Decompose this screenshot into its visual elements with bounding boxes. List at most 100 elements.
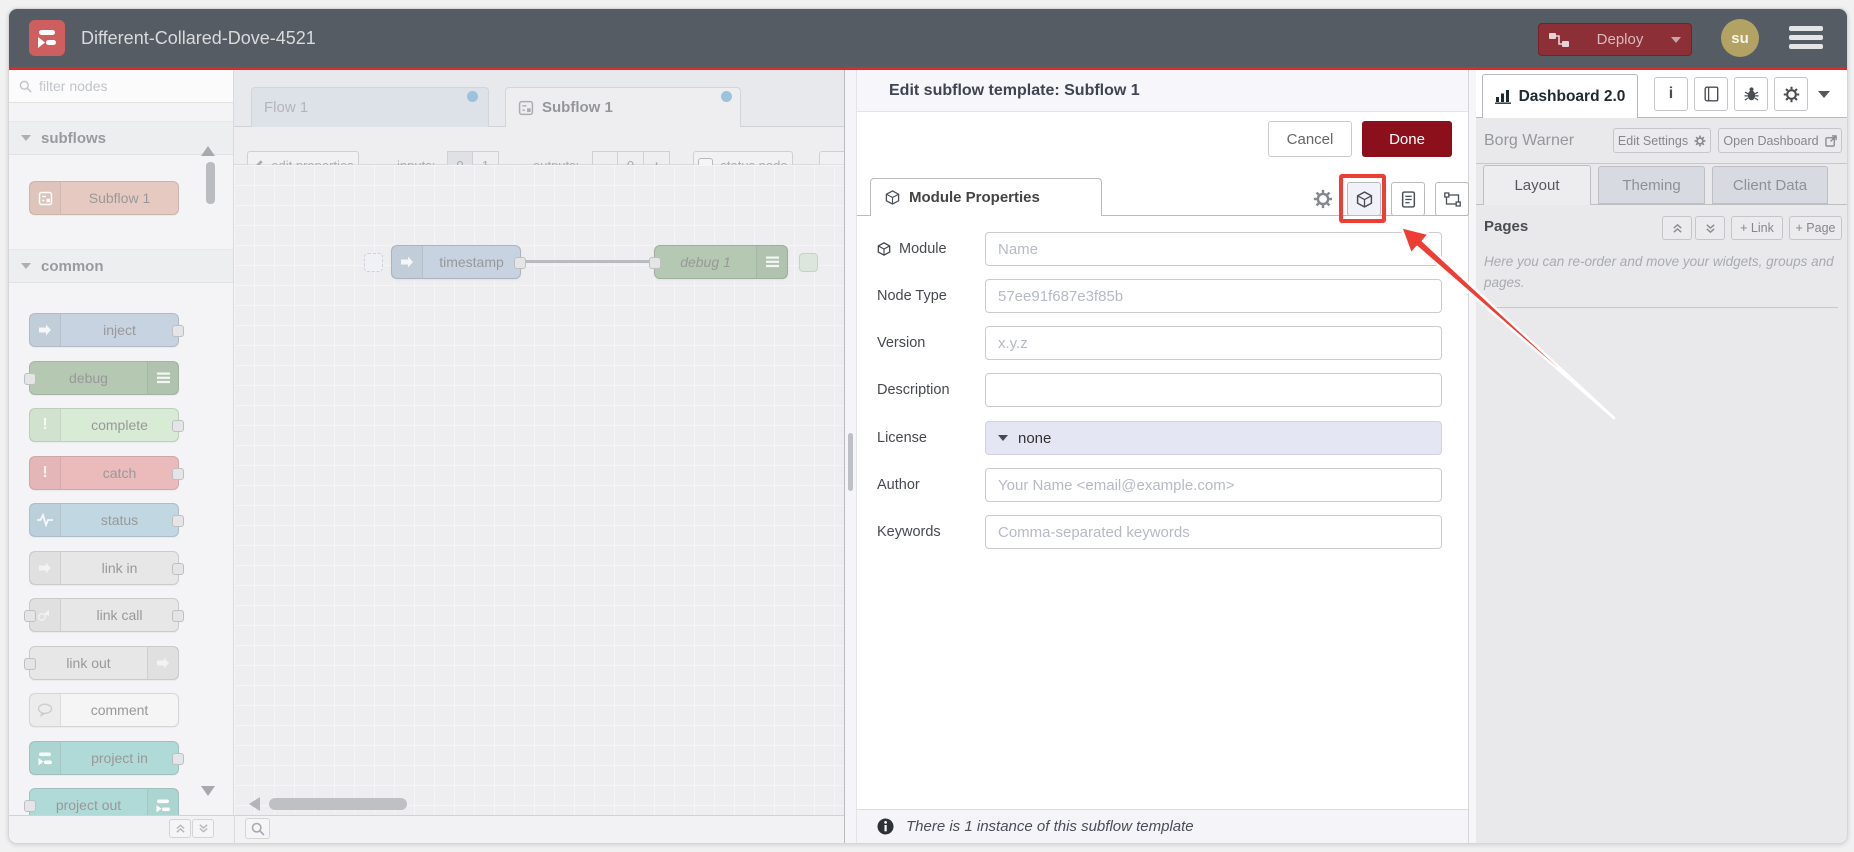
user-avatar[interactable]: su xyxy=(1721,19,1759,57)
tray-resize-thumb[interactable] xyxy=(848,433,853,491)
settings-tab-button[interactable] xyxy=(1774,77,1808,111)
palette-collapse-all-button[interactable] xyxy=(169,819,191,838)
palette-node-label: project out xyxy=(55,797,122,813)
tray-resize-handle[interactable] xyxy=(845,70,857,843)
palette-node-catch[interactable]: ! catch xyxy=(29,456,184,490)
canvas-hscrollbar-thumb[interactable] xyxy=(269,798,407,810)
wire[interactable] xyxy=(523,260,656,263)
canvas-node-debug-1[interactable]: debug 1 xyxy=(649,245,788,279)
workspace-footer xyxy=(9,815,844,843)
select-caret-icon xyxy=(998,435,1008,441)
tab-module-properties[interactable]: Module Properties xyxy=(870,178,1102,216)
subflow-output-stub[interactable] xyxy=(799,253,818,272)
description-input[interactable] xyxy=(985,373,1442,407)
palette-node-project-in[interactable]: project in xyxy=(29,741,184,775)
tab-dashboard-2[interactable]: Dashboard 2.0 xyxy=(1482,74,1638,118)
help-tab-button[interactable] xyxy=(1694,77,1728,111)
zoom-button[interactable] xyxy=(245,818,270,839)
pages-section-title: Pages xyxy=(1484,217,1529,235)
tab-layout[interactable]: Layout xyxy=(1483,165,1591,205)
palette-filter[interactable]: filter nodes xyxy=(9,70,233,103)
collapse-all-pages-button[interactable] xyxy=(1662,216,1692,240)
deploy-label: Deploy xyxy=(1596,31,1644,48)
main-menu-button[interactable] xyxy=(1789,26,1823,49)
palette-node-label: link call xyxy=(96,607,143,623)
done-button[interactable]: Done xyxy=(1362,121,1452,157)
palette-expand-all-button[interactable] xyxy=(192,819,214,838)
license-select[interactable]: none xyxy=(985,421,1442,455)
category-label: common xyxy=(41,257,104,275)
expand-all-pages-button[interactable] xyxy=(1695,216,1725,240)
version-field-label: Version xyxy=(877,335,926,351)
deploy-icon xyxy=(1549,32,1569,48)
version-input[interactable] xyxy=(985,326,1442,360)
project-name: Borg Warner xyxy=(1484,131,1575,149)
palette-scrollbar-thumb[interactable] xyxy=(206,162,215,204)
tab-theming[interactable]: Theming xyxy=(1598,166,1705,204)
palette-node-subflow-1[interactable]: Subflow 1 xyxy=(29,181,179,215)
tab-flow-1[interactable]: Flow 1 xyxy=(251,87,489,127)
palette-node-link-call[interactable]: link call xyxy=(24,598,184,632)
sidebar-divider xyxy=(1476,163,1847,164)
subflow-input-stub[interactable] xyxy=(364,253,383,272)
flow-canvas[interactable]: timestamp debug 1 xyxy=(234,165,844,815)
cancel-button[interactable]: Cancel xyxy=(1268,121,1352,157)
tab-subflow-1[interactable]: Subflow 1 xyxy=(505,87,741,127)
edit-settings-button[interactable]: Edit Settings xyxy=(1613,128,1711,153)
canvas-scroll-left-icon[interactable] xyxy=(249,797,260,811)
link-in-icon xyxy=(30,552,61,584)
palette-node-label: status xyxy=(100,512,139,528)
output-port xyxy=(172,563,184,575)
tab-client-data[interactable]: Client Data xyxy=(1712,166,1828,204)
input-port[interactable] xyxy=(649,257,661,269)
category-label: subflows xyxy=(41,129,107,147)
description-button[interactable] xyxy=(1391,182,1425,216)
open-dashboard-button[interactable]: Open Dashboard xyxy=(1718,128,1842,153)
palette-node-debug[interactable]: debug xyxy=(24,361,179,395)
palette-node-complete[interactable]: ! complete xyxy=(29,408,184,442)
edit-properties-gear-icon[interactable] xyxy=(1313,189,1333,209)
footer-divider xyxy=(234,815,235,843)
flow-changed-dot xyxy=(467,91,478,102)
tray-title: Edit subflow template: Subflow 1 xyxy=(857,70,1468,112)
palette-node-inject[interactable]: debug inject xyxy=(29,313,184,347)
link-out-icon xyxy=(147,647,178,679)
debug-tab-button[interactable] xyxy=(1734,77,1768,111)
app-header: Different-Collared-Dove-4521 Deploy su xyxy=(9,9,1847,67)
node-type-input[interactable] xyxy=(985,279,1442,313)
deploy-caret-icon[interactable] xyxy=(1671,36,1681,43)
keywords-input[interactable] xyxy=(985,515,1442,549)
palette-node-link-out[interactable]: link out xyxy=(24,646,179,680)
palette-category-subflows[interactable]: subflows xyxy=(9,121,233,155)
add-link-button[interactable]: + Link xyxy=(1731,216,1783,240)
sidebar-menu-caret-icon[interactable] xyxy=(1818,91,1830,98)
palette-category-common[interactable]: common xyxy=(9,249,233,283)
module-input[interactable] xyxy=(985,232,1442,266)
palette-scroll-down-icon[interactable] xyxy=(201,786,215,796)
screen: Different-Collared-Dove-4521 Deploy su f… xyxy=(0,0,1854,852)
module-field-label: Module xyxy=(877,232,981,266)
license-field-label: License xyxy=(877,430,927,446)
sidebar-resize-handle[interactable] xyxy=(1468,70,1476,843)
inject-icon xyxy=(392,246,423,278)
palette-node-link-in[interactable]: link in xyxy=(29,551,184,585)
node-red-logo-icon xyxy=(29,20,65,56)
deploy-button[interactable]: Deploy xyxy=(1538,23,1692,56)
info-tab-button[interactable]: i xyxy=(1654,77,1688,111)
author-input[interactable] xyxy=(985,468,1442,502)
palette-scroll-up-icon[interactable] xyxy=(201,146,215,156)
output-port[interactable] xyxy=(514,257,526,269)
palette-node-project-out[interactable]: project out xyxy=(24,788,179,815)
output-port xyxy=(172,515,184,527)
node-type-field-label: Node Type xyxy=(877,288,947,304)
annotation-highlight-box xyxy=(1339,174,1386,223)
catch-icon: ! xyxy=(30,457,61,489)
canvas-node-timestamp[interactable]: timestamp xyxy=(391,245,526,279)
palette-node-status[interactable]: status xyxy=(29,503,184,537)
appearance-button[interactable] xyxy=(1435,182,1469,216)
add-page-button[interactable]: + Page xyxy=(1789,216,1842,240)
document-icon xyxy=(1401,190,1416,208)
pages-help-text: Here you can re-order and move your widg… xyxy=(1484,254,1834,290)
status-icon xyxy=(30,504,61,536)
palette-node-comment[interactable]: comment xyxy=(29,693,179,727)
